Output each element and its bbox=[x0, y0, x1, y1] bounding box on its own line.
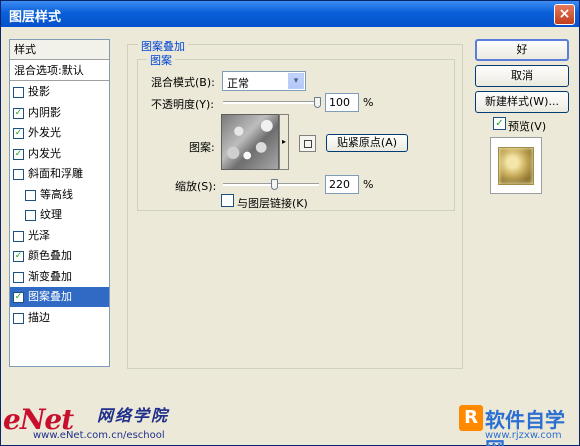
rjzxw-url: www.rjzxw.com bbox=[485, 430, 562, 441]
style-preview bbox=[490, 137, 542, 194]
sidebar-item[interactable]: ✓ 内发光 bbox=[10, 144, 109, 164]
sidebar-item-checkbox[interactable]: ✓ bbox=[13, 251, 24, 262]
sidebar-item-label: 斜面和浮雕 bbox=[28, 167, 83, 180]
new-style-button[interactable]: 新建样式(W)... bbox=[475, 91, 569, 113]
window-title: 图层样式 bbox=[9, 10, 62, 25]
sidebar-item-checkbox[interactable] bbox=[13, 87, 24, 98]
opacity-input[interactable]: 100 bbox=[325, 93, 359, 112]
sidebar-item[interactable]: 光泽 bbox=[10, 226, 109, 246]
sidebar-item-checkbox[interactable] bbox=[13, 231, 24, 242]
pattern-swatch[interactable] bbox=[221, 114, 279, 170]
sidebar-item[interactable]: 描边 bbox=[10, 308, 109, 328]
sidebar-item[interactable]: 投影 bbox=[10, 82, 109, 102]
scale-unit: % bbox=[363, 178, 374, 191]
opacity-unit: % bbox=[363, 96, 374, 109]
blend-mode-label: 混合模式(B): bbox=[151, 76, 215, 89]
sidebar-item[interactable]: ✓ 颜色叠加 bbox=[10, 246, 109, 266]
pattern-picker-arrow[interactable]: ▸ bbox=[279, 114, 289, 170]
chevron-down-icon: ▾ bbox=[288, 73, 304, 89]
pattern-subgroup-title: 图案 bbox=[147, 52, 175, 68]
sidebar-item[interactable]: ✓ 外发光 bbox=[10, 123, 109, 143]
blend-options-item[interactable]: 混合选项:默认 bbox=[10, 61, 109, 81]
sidebar-item-checkbox[interactable]: ✓ bbox=[13, 149, 24, 160]
opacity-label: 不透明度(Y): bbox=[151, 98, 215, 111]
blend-mode-select[interactable]: 正常 ▾ bbox=[222, 71, 306, 91]
sidebar-item[interactable]: 渐变叠加 bbox=[10, 267, 109, 287]
opacity-slider-track[interactable] bbox=[223, 101, 319, 104]
sidebar-item-label: 颜色叠加 bbox=[28, 249, 72, 262]
link-with-layer-checkbox[interactable] bbox=[221, 194, 234, 207]
cancel-button[interactable]: 取消 bbox=[475, 65, 569, 87]
sidebar-item-label: 描边 bbox=[28, 311, 50, 324]
new-preset-icon[interactable] bbox=[299, 135, 316, 152]
watermark-bar: eNet 网络学院 www.eNet.com.cn/eschool R 软件自学… bbox=[1, 397, 580, 446]
scale-label: 缩放(S): bbox=[175, 180, 217, 193]
sidebar-item-checkbox[interactable]: ✓ bbox=[13, 128, 24, 139]
sidebar-item-label: 光泽 bbox=[28, 229, 50, 242]
sidebar-item[interactable]: 等高线 bbox=[10, 185, 109, 205]
sidebar-item-label: 外发光 bbox=[28, 126, 61, 139]
styles-list: 样式 混合选项:默认 投影 ✓ 内阴影 ✓ 外发光 ✓ 内发光斜面和浮雕等高线纹理光泽 ✓ 颜色… bbox=[9, 39, 110, 367]
sidebar-item-checkbox[interactable] bbox=[13, 169, 24, 180]
sidebar-item[interactable]: ✓ 图案叠加 bbox=[10, 287, 109, 307]
title-bar[interactable]: 图层样式 × bbox=[1, 1, 579, 27]
sidebar-item-checkbox[interactable] bbox=[25, 210, 36, 221]
sidebar-item[interactable]: ✓ 内阴影 bbox=[10, 103, 109, 123]
sidebar-item-label: 等高线 bbox=[40, 188, 73, 201]
sidebar-item-label: 内阴影 bbox=[28, 106, 61, 119]
sidebar-item-checkbox[interactable]: ✓ bbox=[13, 292, 24, 303]
preview-label: 预览(V) bbox=[508, 120, 547, 133]
blend-mode-value: 正常 bbox=[227, 77, 249, 90]
scale-input[interactable]: 220 bbox=[325, 175, 359, 194]
snap-to-origin-button[interactable]: 贴紧原点(A) bbox=[326, 134, 408, 152]
sidebar-item-label: 纹理 bbox=[40, 208, 62, 221]
sidebar-item-checkbox[interactable] bbox=[25, 190, 36, 201]
styles-header-label: 样式 bbox=[14, 43, 36, 56]
sidebar-item[interactable]: 纹理 bbox=[10, 205, 109, 225]
link-with-layer-label: 与图层链接(K) bbox=[237, 197, 308, 210]
opacity-slider-thumb[interactable] bbox=[314, 97, 321, 108]
blend-options-label: 混合选项:默认 bbox=[14, 64, 84, 77]
enet-url: www.eNet.com.cn/eschool bbox=[33, 430, 165, 441]
sidebar-item-label: 图案叠加 bbox=[28, 290, 72, 303]
sidebar-item-checkbox[interactable] bbox=[13, 313, 24, 324]
preview-checkbox[interactable]: ✓ bbox=[493, 117, 506, 130]
styles-header[interactable]: 样式 bbox=[10, 40, 109, 60]
sidebar-item[interactable]: 斜面和浮雕 bbox=[10, 164, 109, 184]
sidebar-item-label: 渐变叠加 bbox=[28, 270, 72, 283]
layer-style-dialog: 图层样式 × 样式 混合选项:默认 投影 ✓ 内阴影 ✓ 外发光 ✓ 内发光斜面和浮雕等高线… bbox=[0, 0, 580, 446]
rjzxw-logo: R bbox=[459, 405, 483, 431]
sidebar-item-checkbox[interactable] bbox=[13, 272, 24, 283]
sidebar-item-label: 投影 bbox=[28, 85, 50, 98]
pattern-label: 图案: bbox=[189, 141, 215, 154]
sidebar-item-label: 内发光 bbox=[28, 147, 61, 160]
ok-button[interactable]: 好 bbox=[475, 39, 569, 61]
close-button[interactable]: × bbox=[554, 4, 575, 25]
scale-slider-thumb[interactable] bbox=[271, 179, 278, 190]
enet-school-text: 网络学院 bbox=[97, 406, 170, 425]
sidebar-item-checkbox[interactable]: ✓ bbox=[13, 108, 24, 119]
style-preview-swatch bbox=[498, 147, 534, 185]
